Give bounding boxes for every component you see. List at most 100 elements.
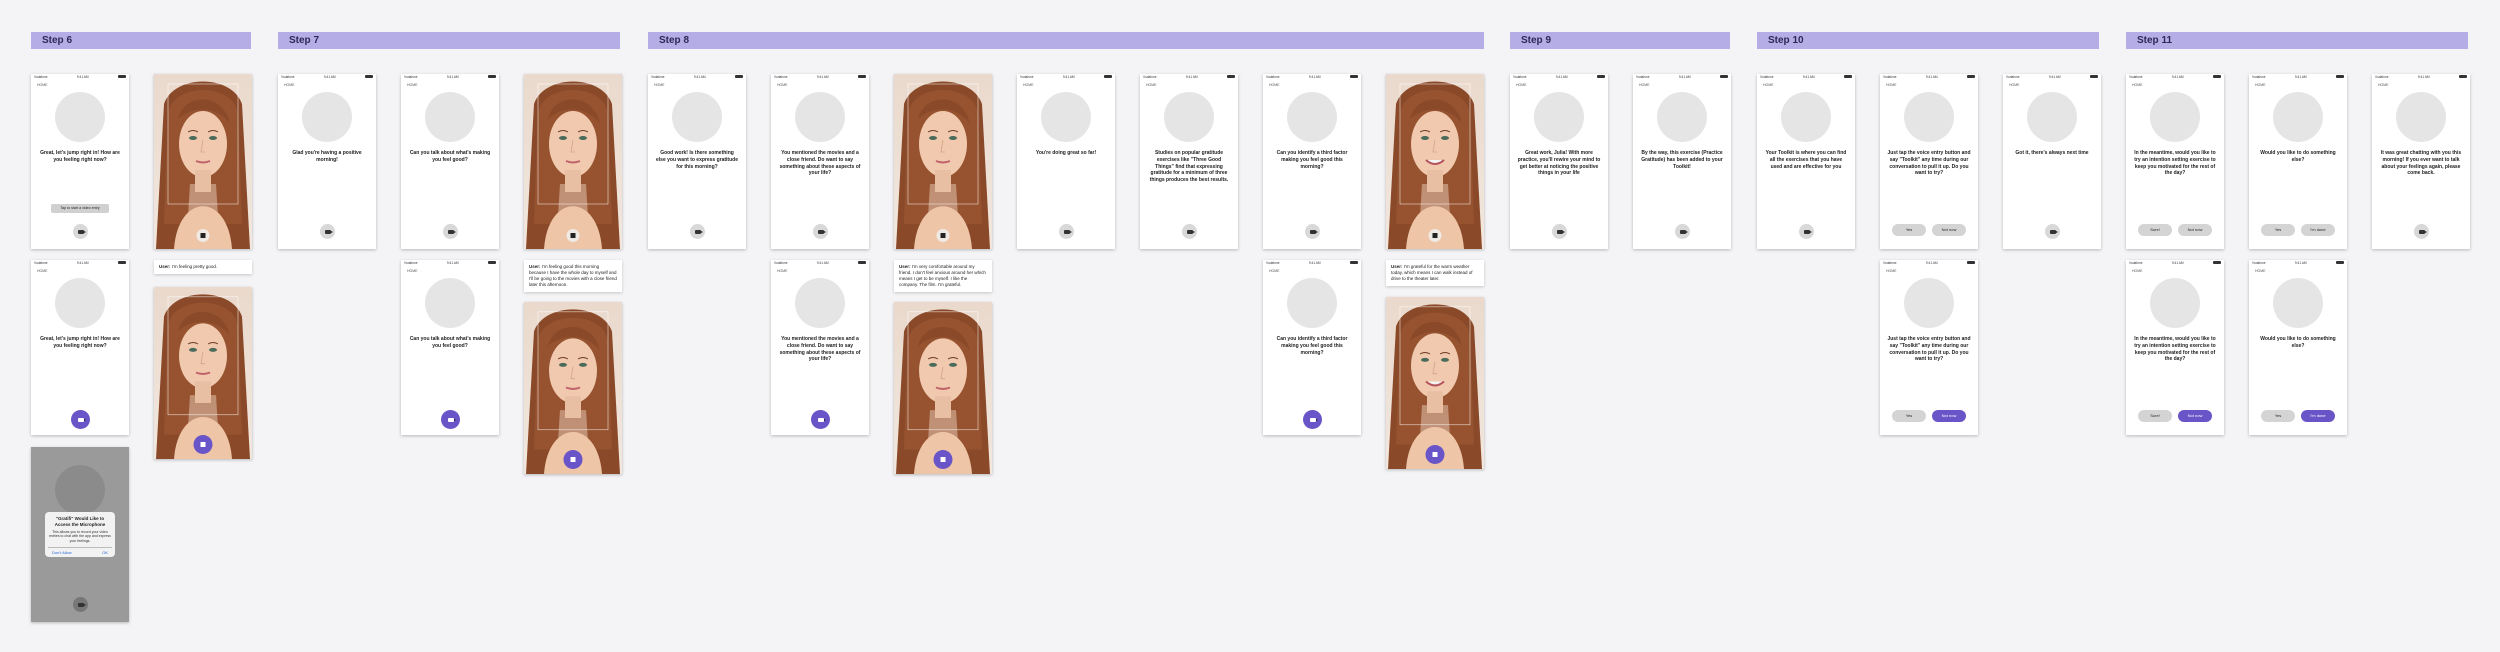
yes-button[interactable]: Yes: [1892, 410, 1926, 422]
video-entry-photo-6b: [154, 287, 252, 459]
home-label[interactable]: HOME: [2249, 81, 2347, 89]
video-entry-button[interactable]: [441, 410, 460, 429]
home-label[interactable]: HOME: [648, 81, 746, 89]
ok-button[interactable]: OK: [102, 550, 108, 555]
home-label[interactable]: HOME: [1263, 267, 1361, 275]
video-entry-button[interactable]: [690, 224, 705, 239]
stop-recording-button[interactable]: [1428, 229, 1442, 242]
video-camera-icon: [324, 229, 333, 234]
video-camera-icon: [2418, 229, 2427, 234]
yes-button[interactable]: Yes: [1892, 224, 1926, 236]
video-entry-button[interactable]: [2045, 224, 2060, 239]
yes-button[interactable]: Yes: [2261, 410, 2295, 422]
dont-allow-button[interactable]: Don't Allow: [52, 550, 72, 555]
screen-step11-something-else-selected: Vodafone 9:41 AM HOME Would you like to d…: [2249, 260, 2347, 435]
not-now-button[interactable]: Not now: [1932, 224, 1966, 236]
time-label: 9:41 AM: [2171, 75, 2184, 79]
home-label[interactable]: HOME: [278, 81, 376, 89]
avatar: [1287, 92, 1337, 142]
avatar: [1534, 92, 1584, 142]
video-camera-icon: [1309, 229, 1318, 234]
stop-recording-button[interactable]: [936, 229, 950, 242]
avatar: [425, 92, 475, 142]
video-camera-icon: [1186, 229, 1195, 234]
home-label[interactable]: HOME: [1017, 81, 1115, 89]
stop-recording-button[interactable]: [1425, 445, 1445, 464]
user-chat-bubble: User: I'm feeling pretty good.: [154, 260, 252, 275]
video-entry-button[interactable]: [1675, 224, 1690, 239]
battery-icon: [488, 75, 496, 78]
home-label[interactable]: HOME: [1263, 81, 1361, 89]
video-entry-button[interactable]: [813, 224, 828, 239]
battery-icon: [488, 261, 496, 264]
screen-step8-doing-great: Vodafone 9:41 AM HOME You're doing great …: [1017, 74, 1115, 249]
video-entry-button[interactable]: [1059, 224, 1074, 239]
home-label[interactable]: HOME: [771, 267, 869, 275]
dialog-title: "Gratifi" Would Like to Access the Micro…: [54, 516, 106, 527]
time-label: 9:41 AM: [1925, 261, 1938, 265]
home-label[interactable]: HOME: [1880, 267, 1978, 275]
home-label[interactable]: HOME: [1880, 81, 1978, 89]
im-done-button[interactable]: I'm done: [2301, 224, 2335, 236]
home-label[interactable]: HOME: [1140, 81, 1238, 89]
home-label[interactable]: HOME: [2126, 81, 2224, 89]
battery-icon: [365, 75, 373, 78]
stop-recording-button[interactable]: [196, 229, 210, 242]
screen-step8-movies: Vodafone 9:41 AM HOME You mentioned the m…: [771, 74, 869, 249]
home-label[interactable]: HOME: [31, 81, 129, 89]
video-entry-button[interactable]: [1552, 224, 1567, 239]
sure-button[interactable]: Sure!: [2138, 410, 2172, 422]
video-entry-button[interactable]: [73, 224, 88, 239]
home-label[interactable]: HOME: [2003, 81, 2101, 89]
battery-icon: [1720, 75, 1728, 78]
portrait-image: [156, 81, 250, 249]
video-entry-button[interactable]: [73, 597, 88, 612]
home-label[interactable]: HOME: [2249, 267, 2347, 275]
video-entry-button[interactable]: [2414, 224, 2429, 239]
carrier-label: Vodafone: [1020, 75, 1034, 79]
stop-recording-button[interactable]: [563, 450, 583, 469]
video-entry-button[interactable]: [443, 224, 458, 239]
video-entry-button[interactable]: [1799, 224, 1814, 239]
video-entry-button[interactable]: [811, 410, 830, 429]
step-header-7: Step 7: [278, 32, 620, 49]
stop-recording-button[interactable]: [193, 435, 213, 454]
time-label: 9:41 AM: [2294, 75, 2307, 79]
video-entry-photo-7a: [524, 74, 622, 249]
sure-button[interactable]: Sure!: [2138, 224, 2172, 236]
home-label[interactable]: HOME: [31, 267, 129, 275]
home-label[interactable]: HOME: [1510, 81, 1608, 89]
home-label[interactable]: HOME: [1633, 81, 1731, 89]
bot-message: Just tap the voice entry button and say …: [1887, 150, 1971, 177]
battery-icon: [1350, 261, 1358, 264]
home-label[interactable]: HOME: [771, 81, 869, 89]
not-now-button[interactable]: Not now: [1932, 410, 1966, 422]
video-entry-button[interactable]: [1182, 224, 1197, 239]
time-label: 9:41 AM: [1555, 75, 1568, 79]
video-entry-button[interactable]: [1305, 224, 1320, 239]
not-now-button[interactable]: Not now: [2178, 410, 2212, 422]
home-label[interactable]: HOME: [401, 267, 499, 275]
home-label[interactable]: HOME: [1757, 81, 1855, 89]
tap-to-record-hint[interactable]: Tap to start a video entry: [51, 204, 109, 213]
screen-step7-talk: Vodafone 9:41 AM HOME Can you talk about …: [401, 74, 499, 249]
step-header-9: Step 9: [1510, 32, 1730, 49]
video-entry-button[interactable]: [1303, 410, 1322, 429]
screen-step8-third-factor-active: Vodafone 9:41 AM HOME Can you identify a …: [1263, 260, 1361, 435]
video-entry-button[interactable]: [71, 410, 90, 429]
portrait-image: [526, 81, 620, 249]
not-now-button[interactable]: Not now: [2178, 224, 2212, 236]
home-label[interactable]: HOME: [401, 81, 499, 89]
stop-recording-button[interactable]: [933, 450, 953, 469]
home-label[interactable]: HOME: [2126, 267, 2224, 275]
stop-recording-button[interactable]: [566, 229, 580, 242]
bot-message: Studies on popular gratitude exercises l…: [1149, 150, 1229, 183]
yes-button[interactable]: Yes: [2261, 224, 2295, 236]
carrier-label: Vodafone: [2129, 261, 2143, 265]
bot-message: In the meantime, would you like to try a…: [2134, 150, 2216, 177]
im-done-button[interactable]: I'm done: [2301, 410, 2335, 422]
home-label[interactable]: HOME: [2372, 81, 2470, 89]
time-label: 9:41 AM: [816, 261, 829, 265]
battery-icon: [858, 75, 866, 78]
video-entry-button[interactable]: [320, 224, 335, 239]
